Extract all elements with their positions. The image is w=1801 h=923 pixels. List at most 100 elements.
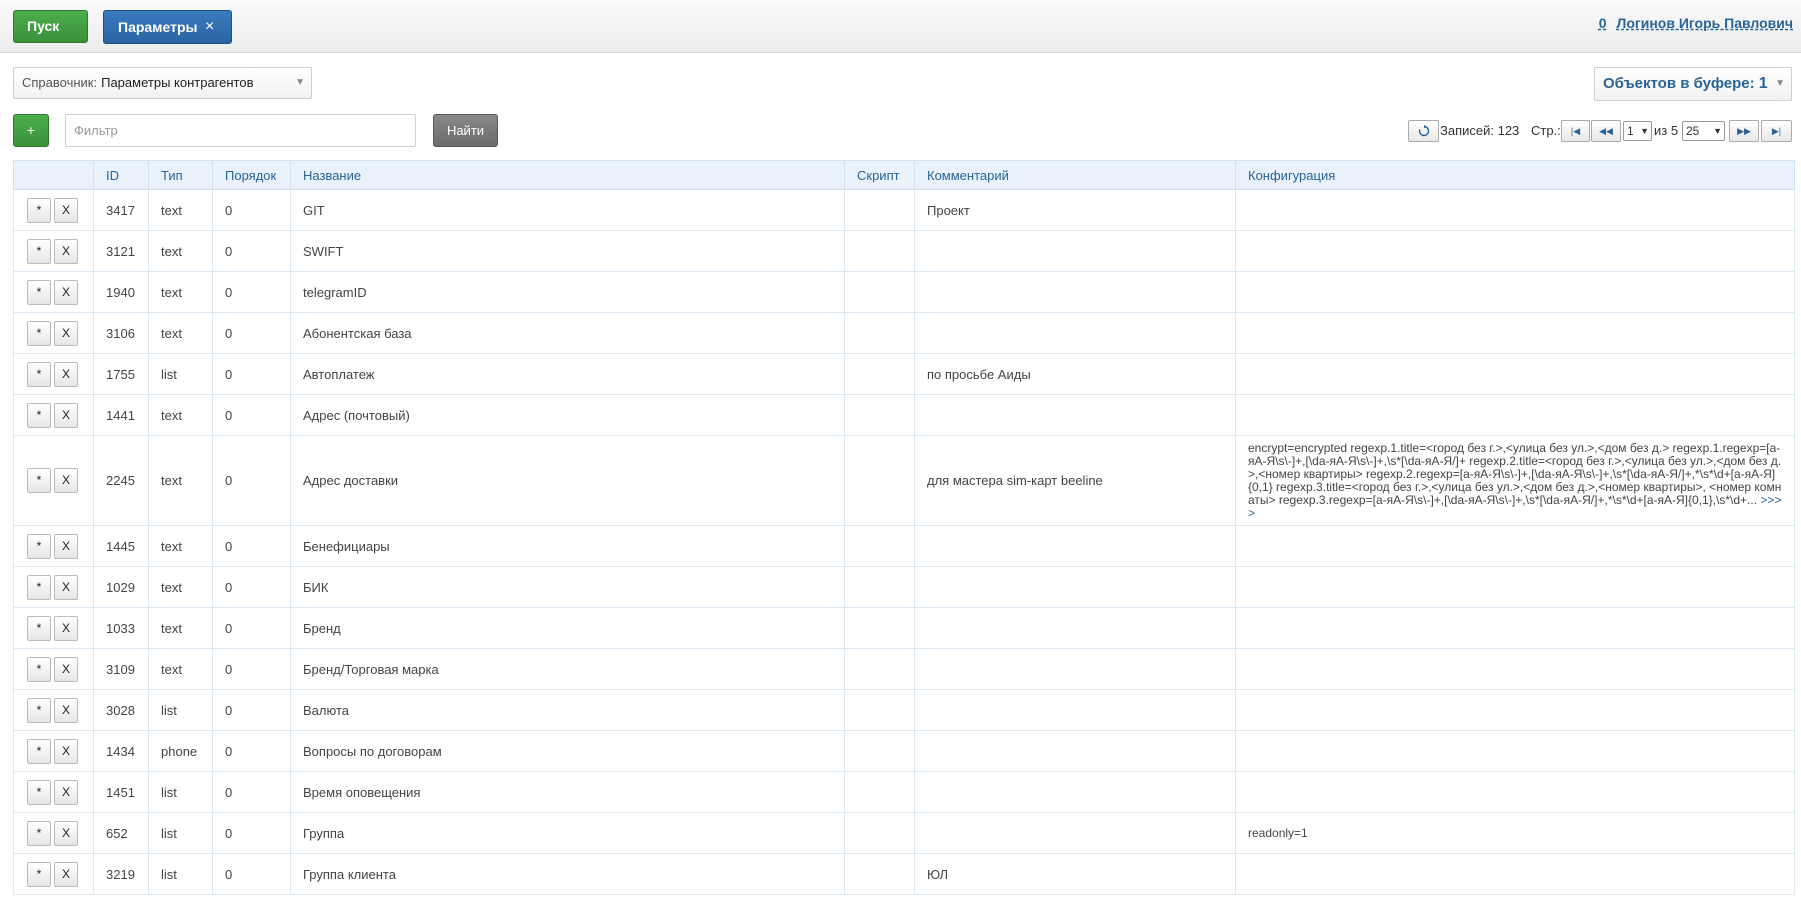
close-icon[interactable]: ×: [205, 11, 214, 43]
row-actions: * X: [13, 812, 94, 854]
column-header-order[interactable]: Порядок: [212, 160, 291, 190]
cell-config: [1235, 394, 1795, 436]
last-page-button[interactable]: ▶|: [1761, 120, 1792, 142]
edit-button[interactable]: *: [27, 320, 51, 346]
cell-type: list: [148, 689, 213, 731]
cell-comment: [914, 271, 1236, 313]
delete-button[interactable]: X: [54, 197, 78, 223]
table-row: * X 1434 phone 0 Вопросы по договорам: [13, 730, 1795, 772]
delete-button[interactable]: X: [54, 361, 78, 387]
cell-script: [844, 566, 915, 608]
edit-button[interactable]: *: [27, 656, 51, 682]
cell-name: Бренд/Торговая марка: [290, 648, 845, 690]
cell-script: [844, 853, 915, 895]
cell-id: 1755: [93, 353, 149, 395]
cell-id: 652: [93, 812, 149, 854]
refresh-icon[interactable]: [1408, 120, 1439, 142]
cell-name: Валюта: [290, 689, 845, 731]
cell-script: [844, 271, 915, 313]
delete-button[interactable]: X: [54, 533, 78, 559]
per-page-select[interactable]: 25 ▼: [1682, 121, 1725, 141]
table-row: * X 1441 text 0 Адрес (почтовый): [13, 394, 1795, 436]
edit-button[interactable]: *: [27, 861, 51, 887]
row-actions: * X: [13, 189, 94, 231]
cell-id: 3417: [93, 189, 149, 231]
next-page-button[interactable]: ▶▶: [1729, 120, 1759, 142]
cell-order: 0: [212, 312, 291, 354]
prev-page-button[interactable]: ◀◀: [1591, 120, 1621, 142]
column-header-name[interactable]: Название: [290, 160, 845, 190]
edit-button[interactable]: *: [27, 468, 51, 493]
params-table: ID Тип Порядок Название Скрипт Комментар…: [13, 160, 1795, 895]
edit-button[interactable]: *: [27, 361, 51, 387]
start-button[interactable]: Пуск: [13, 10, 88, 43]
delete-button[interactable]: X: [54, 779, 78, 805]
user-name-link[interactable]: Логинов Игорь Павлович: [1617, 15, 1794, 31]
delete-button[interactable]: X: [54, 279, 78, 305]
cell-type: text: [148, 230, 213, 272]
column-header-script[interactable]: Скрипт: [844, 160, 915, 190]
column-header-comment[interactable]: Комментарий: [914, 160, 1236, 190]
row-actions: * X: [13, 566, 94, 608]
edit-button[interactable]: *: [27, 738, 51, 764]
buffer-dropdown[interactable]: Объектов в буфере: 1 ▼: [1594, 67, 1792, 101]
cell-comment: [914, 648, 1236, 690]
delete-button[interactable]: X: [54, 656, 78, 682]
column-header-id[interactable]: ID: [93, 160, 149, 190]
cell-type: list: [148, 353, 213, 395]
delete-button[interactable]: X: [54, 402, 78, 428]
page-select[interactable]: 1 ▼: [1623, 121, 1652, 141]
cell-comment: ЮЛ: [914, 853, 1236, 895]
cell-type: phone: [148, 730, 213, 772]
delete-button[interactable]: X: [54, 320, 78, 346]
cell-type: list: [148, 771, 213, 813]
delete-button[interactable]: X: [54, 697, 78, 723]
delete-button[interactable]: X: [54, 615, 78, 641]
edit-button[interactable]: *: [27, 779, 51, 805]
delete-button[interactable]: X: [54, 238, 78, 264]
row-actions: * X: [13, 394, 94, 436]
page-label: Стр.:: [1531, 123, 1561, 138]
cell-config: [1235, 853, 1795, 895]
add-button[interactable]: +: [13, 114, 49, 147]
column-header-config[interactable]: Конфигурация: [1235, 160, 1795, 190]
cell-type: text: [148, 394, 213, 436]
edit-button[interactable]: *: [27, 820, 51, 846]
tab-parameters[interactable]: Параметры ×: [103, 10, 232, 44]
cell-config: [1235, 730, 1795, 772]
cell-name: SWIFT: [290, 230, 845, 272]
edit-button[interactable]: *: [27, 697, 51, 723]
row-actions: * X: [13, 648, 94, 690]
cell-id: 3028: [93, 689, 149, 731]
delete-button[interactable]: X: [54, 738, 78, 764]
delete-button[interactable]: X: [54, 861, 78, 887]
cell-comment: по просьбе Аиды: [914, 353, 1236, 395]
edit-button[interactable]: *: [27, 533, 51, 559]
find-button[interactable]: Найти: [433, 114, 498, 147]
delete-button[interactable]: X: [54, 574, 78, 600]
first-page-button[interactable]: |◀: [1561, 120, 1590, 142]
edit-button[interactable]: *: [27, 574, 51, 600]
edit-button[interactable]: *: [27, 197, 51, 223]
filter-input[interactable]: [65, 114, 416, 147]
edit-button[interactable]: *: [27, 279, 51, 305]
edit-button[interactable]: *: [27, 402, 51, 428]
cell-order: 0: [212, 648, 291, 690]
delete-button[interactable]: X: [54, 468, 78, 493]
cell-script: [844, 607, 915, 649]
dictionary-select[interactable]: Справочник: Параметры контрагентов ▼: [13, 67, 312, 99]
delete-button[interactable]: X: [54, 820, 78, 846]
notification-count[interactable]: 0: [1599, 15, 1607, 31]
edit-button[interactable]: *: [27, 615, 51, 641]
table-header-row: ID Тип Порядок Название Скрипт Комментар…: [13, 160, 1795, 190]
column-header-type[interactable]: Тип: [148, 160, 213, 190]
cell-order: 0: [212, 607, 291, 649]
cell-order: 0: [212, 525, 291, 567]
cell-order: 0: [212, 771, 291, 813]
edit-button[interactable]: *: [27, 238, 51, 264]
cell-type: text: [148, 607, 213, 649]
table-row: * X 3028 list 0 Валюта: [13, 689, 1795, 731]
records-count: Записей: 123: [1440, 123, 1520, 138]
cell-comment: [914, 394, 1236, 436]
row-actions: * X: [13, 230, 94, 272]
